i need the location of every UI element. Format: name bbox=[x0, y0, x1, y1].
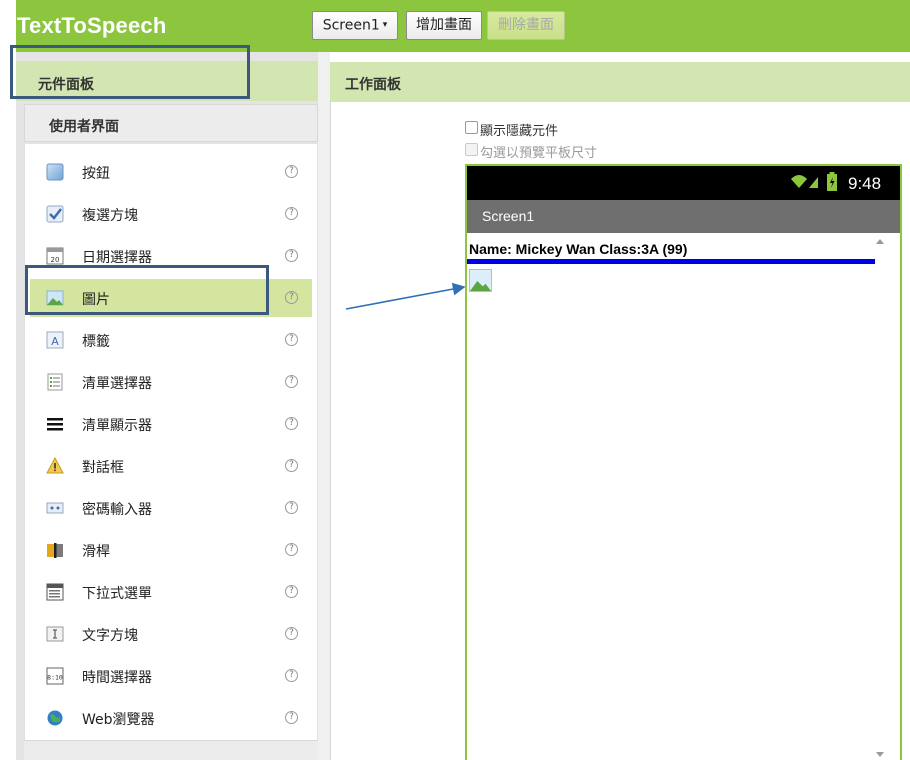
help-icon[interactable]: ? bbox=[285, 543, 298, 556]
help-icon[interactable]: ? bbox=[285, 459, 298, 472]
remove-screen-button[interactable]: 刪除畫面 bbox=[487, 11, 565, 40]
app-title: TextToSpeech bbox=[17, 13, 167, 38]
palette-item-label-component[interactable]: A 標籤 ? bbox=[30, 321, 312, 359]
palette-item-label: 文字方塊 bbox=[82, 628, 138, 644]
annotation-arrow-icon bbox=[345, 282, 466, 310]
screen-select[interactable]: Screen1 ▾ bbox=[312, 11, 398, 40]
palette-item-notifier[interactable]: 對話框 ? bbox=[30, 447, 312, 485]
show-hidden-label: 顯示隱藏元件 bbox=[480, 124, 559, 139]
panel-gap bbox=[318, 52, 330, 760]
palette-item-label: 日期選擇器 bbox=[82, 250, 152, 266]
workspace-header bbox=[330, 62, 910, 102]
annotation-box-palette bbox=[10, 45, 250, 99]
help-icon[interactable]: ? bbox=[285, 249, 298, 262]
list-picker-icon bbox=[47, 373, 63, 391]
palette-item-label: 時間選擇器 bbox=[82, 670, 152, 686]
scroll-up-icon[interactable] bbox=[876, 239, 884, 244]
help-icon[interactable]: ? bbox=[285, 417, 298, 430]
help-icon[interactable]: ? bbox=[285, 501, 298, 514]
palette-item-textbox[interactable]: 文字方塊 ? bbox=[30, 615, 312, 653]
help-icon[interactable]: ? bbox=[285, 711, 298, 724]
slider-icon bbox=[47, 543, 63, 558]
palette-category-title: 使用者界面 bbox=[49, 119, 119, 135]
svg-text:8:10: 8:10 bbox=[47, 674, 63, 682]
tablet-preview-checkbox[interactable] bbox=[465, 143, 478, 156]
textbox-icon bbox=[46, 626, 64, 642]
help-icon[interactable]: ? bbox=[285, 669, 298, 682]
tablet-preview-label: 勾選以預覽平板尺寸 bbox=[480, 146, 598, 161]
palette-item-label: 對話框 bbox=[82, 460, 124, 476]
battery-icon bbox=[827, 172, 837, 191]
button-icon bbox=[46, 163, 64, 181]
palette-item-web-viewer[interactable]: Web瀏覽器 ? bbox=[30, 699, 312, 737]
palette-item-label: 複選方塊 bbox=[82, 208, 138, 224]
palette-item-label: 清單顯示器 bbox=[82, 418, 152, 434]
palette-item-button[interactable]: 按鈕 ? bbox=[30, 153, 312, 191]
help-icon[interactable]: ? bbox=[285, 165, 298, 178]
screen-title: Screen1 bbox=[482, 208, 535, 224]
palette-item-checkbox[interactable]: 複選方塊 ? bbox=[30, 195, 312, 233]
spinner-icon bbox=[46, 583, 64, 601]
svg-text:A: A bbox=[51, 335, 59, 348]
svg-text:20: 20 bbox=[51, 256, 60, 264]
palette-item-time-picker[interactable]: 8:10 時間選擇器 ? bbox=[30, 657, 312, 695]
screen-select-label: Screen1 bbox=[322, 17, 380, 34]
checkbox-icon bbox=[46, 205, 64, 223]
add-screen-button[interactable]: 增加畫面 bbox=[406, 11, 482, 40]
help-icon[interactable]: ? bbox=[285, 333, 298, 346]
palette-item-label: 下拉式選單 bbox=[82, 586, 152, 602]
date-picker-icon: 20 bbox=[46, 247, 64, 265]
blue-divider bbox=[467, 259, 875, 264]
help-icon[interactable]: ? bbox=[285, 627, 298, 640]
status-time: 9:48 bbox=[848, 174, 882, 193]
palette-next-category[interactable] bbox=[24, 740, 318, 760]
list-view-icon bbox=[47, 418, 63, 431]
scroll-down-icon[interactable] bbox=[876, 752, 884, 757]
label-icon: A bbox=[46, 331, 64, 349]
palette-item-label: Web瀏覽器 bbox=[82, 712, 155, 728]
palette-item-label: 標籤 bbox=[82, 334, 110, 350]
name-label-component[interactable]: Name: Mickey Wan Class:3A (99) bbox=[469, 241, 687, 257]
palette-item-label: 按鈕 bbox=[82, 166, 110, 182]
time-picker-icon: 8:10 bbox=[46, 667, 64, 685]
chevron-down-icon: ▾ bbox=[382, 20, 388, 30]
help-icon[interactable]: ? bbox=[285, 585, 298, 598]
palette-item-label: 清單選擇器 bbox=[82, 376, 152, 392]
password-icon bbox=[46, 502, 64, 514]
palette-item-list-picker[interactable]: 清單選擇器 ? bbox=[30, 363, 312, 401]
palette-item-password[interactable]: 密碼輸入器 ? bbox=[30, 489, 312, 527]
help-icon[interactable]: ? bbox=[285, 375, 298, 388]
help-icon[interactable]: ? bbox=[285, 207, 298, 220]
help-icon[interactable]: ? bbox=[285, 291, 298, 304]
palette-item-spinner[interactable]: 下拉式選單 ? bbox=[30, 573, 312, 611]
palette-item-slider[interactable]: 滑桿 ? bbox=[30, 531, 312, 569]
wifi-signal-icon bbox=[791, 175, 818, 188]
workspace-title: 工作面板 bbox=[345, 77, 401, 93]
palette-item-label: 密碼輸入器 bbox=[82, 502, 152, 518]
annotation-box-image-item bbox=[25, 265, 269, 315]
notifier-icon bbox=[46, 457, 64, 474]
palette-item-list-view[interactable]: 清單顯示器 ? bbox=[30, 405, 312, 443]
palette-item-label: 滑桿 bbox=[82, 544, 110, 560]
web-viewer-icon bbox=[47, 710, 63, 726]
show-hidden-checkbox[interactable] bbox=[465, 121, 478, 134]
